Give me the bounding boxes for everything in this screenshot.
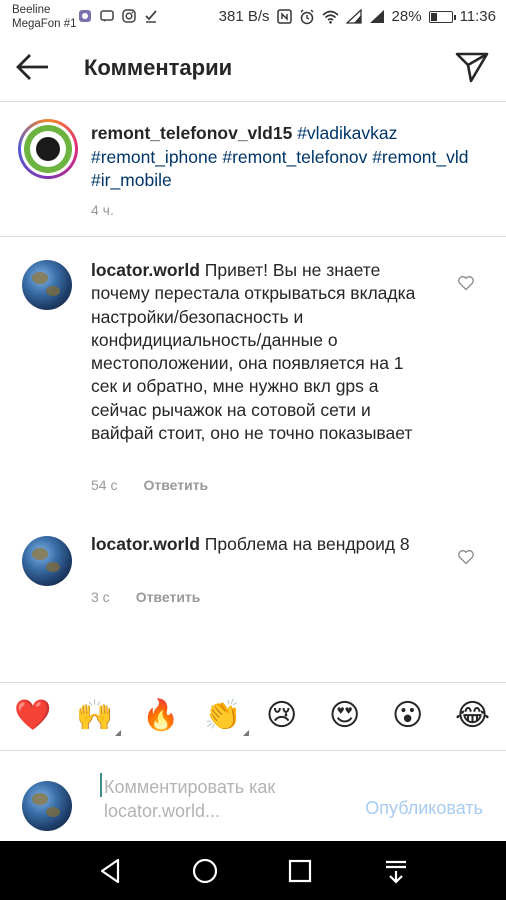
triangle-back-icon — [100, 858, 120, 884]
arrow-left-icon — [16, 54, 48, 80]
alarm-icon — [300, 9, 314, 24]
android-nav-bar — [0, 841, 506, 900]
comment-placeholder-line1: Комментировать как — [104, 777, 276, 797]
network-speed: 381 B/s — [218, 8, 270, 25]
square-recents-icon — [288, 859, 312, 883]
comment-text: locator.world Проблема на вендроид 8 — [91, 533, 421, 556]
hashtag[interactable]: #ir_mobile — [91, 170, 172, 190]
caption-text: remont_telefonov_vld15 #vladikavkaz #rem… — [91, 122, 491, 193]
carrier-2: MegaFon #1 — [12, 18, 77, 30]
clapping-hands-emoji-icon[interactable]: 👏 — [204, 696, 250, 736]
message-icon — [100, 10, 114, 22]
caption-time: 4 ч. — [91, 202, 114, 218]
surprised-face-emoji-icon[interactable]: 😮 — [392, 696, 423, 736]
back-button[interactable] — [12, 49, 52, 85]
hashtag[interactable]: #remont_vld — [372, 147, 468, 167]
nav-back-button[interactable] — [94, 855, 126, 887]
comment-item: locator.world Привет! Вы не знаете почем… — [0, 237, 506, 517]
crying-face-emoji-icon[interactable]: 😢 — [266, 696, 297, 736]
emoji-divider — [0, 682, 506, 683]
battery-percent: 28% — [391, 8, 422, 25]
caption-avatar[interactable] — [18, 119, 78, 179]
status-right: 381 B/s 28% 11:36 — [219, 8, 496, 25]
comment-username[interactable]: locator.world — [91, 534, 200, 554]
like-button[interactable] — [457, 274, 475, 292]
nav-recents-button[interactable] — [284, 855, 316, 887]
comment-time: 3 с — [91, 589, 110, 605]
shop-logo — [24, 125, 72, 173]
paper-plane-icon — [455, 52, 489, 83]
nav-notifications-button[interactable] — [380, 855, 412, 887]
reply-button[interactable]: Ответить — [136, 589, 201, 605]
comment-time: 54 с — [91, 477, 118, 493]
share-button[interactable] — [454, 49, 490, 85]
comment-message: Привет! Вы не знаете почему перестала от… — [91, 260, 416, 444]
avatar[interactable] — [22, 536, 72, 586]
avatar — [22, 781, 72, 831]
download-done-icon — [145, 10, 157, 23]
comment-meta: 3 с Ответить — [91, 589, 200, 605]
hashtag[interactable]: #vladikavkaz — [297, 123, 397, 143]
post-caption: remont_telefonov_vld15 #vladikavkaz #rem… — [0, 102, 506, 236]
pull-down-icon — [386, 860, 406, 884]
comment-item: locator.world Проблема на вендроид 8 3 с… — [0, 517, 506, 627]
carrier-1: Beeline — [12, 4, 51, 16]
emoji-bar: ❤️ 🙌 🔥 👏 😢 😍 😮 😂 — [0, 688, 506, 746]
viber-icon — [79, 10, 91, 22]
page-title: Комментарии — [84, 55, 233, 80]
comment-placeholder-line2: locator.world... — [104, 801, 221, 821]
nfc-icon — [276, 9, 292, 24]
signal-icon-2 — [369, 10, 384, 23]
avatar[interactable] — [22, 260, 72, 310]
reply-button[interactable]: Ответить — [143, 477, 208, 493]
text-cursor — [100, 773, 102, 797]
raised-hands-emoji-icon[interactable]: 🙌 — [76, 696, 122, 736]
signal-icon-1 — [345, 9, 362, 24]
carrier-info: Beeline MegaFon #1 — [12, 3, 77, 31]
wifi-icon — [321, 10, 339, 24]
comment-text: locator.world Привет! Вы не знаете почем… — [91, 259, 421, 445]
comment-message: Проблема на вендроид 8 — [204, 534, 410, 554]
app-header: Комментарии — [0, 35, 506, 100]
clock: 11:36 — [459, 8, 496, 25]
comment-meta: 54 с Ответить — [91, 477, 208, 493]
hashtag[interactable]: #remont_iphone — [91, 147, 217, 167]
circle-home-icon — [192, 858, 218, 884]
comment-username[interactable]: locator.world — [91, 260, 200, 280]
heart-emoji-icon[interactable]: ❤️ — [14, 696, 51, 736]
caption-username[interactable]: remont_telefonov_vld15 — [91, 123, 292, 143]
heart-outline-icon — [458, 549, 474, 565]
notification-icons — [78, 9, 158, 23]
like-button[interactable] — [457, 548, 475, 566]
instagram-icon — [122, 9, 136, 23]
comment-input[interactable]: Комментировать как locator.world... — [104, 775, 344, 823]
tears-of-joy-emoji-icon[interactable]: 😂 — [455, 696, 490, 736]
nav-home-button[interactable] — [189, 855, 221, 887]
heart-outline-icon — [458, 275, 474, 291]
hashtag[interactable]: #remont_telefonov — [222, 147, 367, 167]
fire-emoji-icon[interactable]: 🔥 — [142, 696, 179, 736]
heart-eyes-emoji-icon[interactable]: 😍 — [329, 696, 360, 736]
battery-icon — [428, 10, 456, 23]
status-bar: Beeline MegaFon #1 381 B/s 28% 11:36 — [0, 0, 506, 35]
publish-button[interactable]: Опубликовать — [365, 798, 483, 819]
comment-composer: Комментировать как locator.world... Опуб… — [0, 751, 506, 841]
